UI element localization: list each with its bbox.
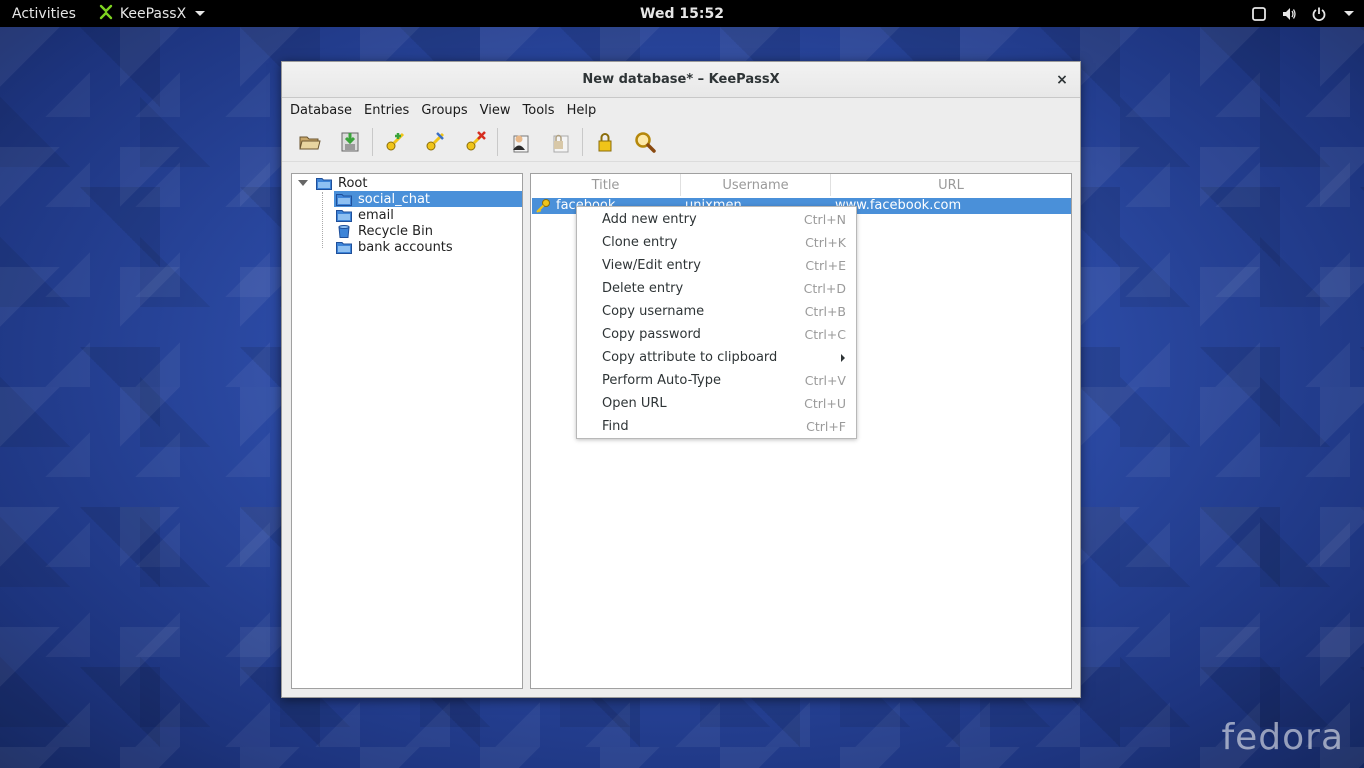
folder-icon xyxy=(336,209,352,222)
menu-item-clone-entry[interactable]: Clone entry Ctrl+K xyxy=(577,231,856,254)
tree-item-social-chat[interactable]: social_chat xyxy=(336,191,431,207)
entry-context-menu: Add new entry Ctrl+N Clone entry Ctrl+K … xyxy=(576,206,857,439)
menu-item-perform-auto-type[interactable]: Perform Auto-Type Ctrl+V xyxy=(577,369,856,392)
tree-item-email[interactable]: email xyxy=(336,207,394,223)
menu-item-shortcut: Ctrl+V xyxy=(804,373,846,388)
column-header-username[interactable]: Username xyxy=(681,174,831,196)
app-menu-label: KeePassX xyxy=(119,5,187,22)
copy-password-icon xyxy=(553,134,569,152)
volume-icon[interactable] xyxy=(1281,6,1297,22)
menu-item-copy-password[interactable]: Copy password Ctrl+C xyxy=(577,323,856,346)
app-menu[interactable]: KeePassX xyxy=(98,4,206,24)
menu-item-label: Copy password xyxy=(602,327,701,342)
tree-item-label: Root xyxy=(338,175,368,191)
tree-item-bank-accounts[interactable]: bank accounts xyxy=(336,239,453,255)
menu-item-shortcut: Ctrl+N xyxy=(803,212,846,227)
menu-groups[interactable]: Groups xyxy=(415,103,473,118)
recycle-bin-icon xyxy=(338,224,350,238)
copy-username-button[interactable] xyxy=(500,125,540,159)
activities-button[interactable]: Activities xyxy=(12,6,76,22)
menu-item-copy-attribute-to-clipboard[interactable]: Copy attribute to clipboard xyxy=(577,346,856,369)
window-overview-icon[interactable] xyxy=(1251,6,1267,22)
menu-item-label: View/Edit entry xyxy=(602,258,701,273)
chevron-down-icon[interactable] xyxy=(1344,11,1354,16)
delete-entry-icon xyxy=(466,130,486,150)
edit-entry-icon xyxy=(426,131,445,150)
lock-database-button[interactable] xyxy=(585,125,625,159)
open-database-button[interactable] xyxy=(290,125,330,159)
toolbar-separator xyxy=(497,127,498,156)
column-header-url[interactable]: URL xyxy=(831,174,1071,196)
entry-key-icon xyxy=(535,198,551,219)
menu-help[interactable]: Help xyxy=(561,103,603,118)
toolbar xyxy=(282,122,1080,162)
menu-item-delete-entry[interactable]: Delete entry Ctrl+D xyxy=(577,277,856,300)
tree-expander-icon[interactable] xyxy=(298,180,308,186)
menu-item-shortcut: Ctrl+K xyxy=(805,235,846,250)
lock-database-icon xyxy=(598,132,612,151)
tree-item-recycle-bin[interactable]: Recycle Bin xyxy=(336,223,433,239)
power-icon[interactable] xyxy=(1311,6,1327,22)
menu-item-open-url[interactable]: Open URL Ctrl+U xyxy=(577,392,856,415)
copy-password-button[interactable] xyxy=(540,125,580,159)
menu-item-add-new-entry[interactable]: Add new entry Ctrl+N xyxy=(577,208,856,231)
search-button[interactable] xyxy=(625,125,665,159)
window-title: New database* – KeePassX xyxy=(582,72,780,87)
folder-icon xyxy=(336,241,352,254)
menu-entries[interactable]: Entries xyxy=(358,103,415,118)
menu-tools[interactable]: Tools xyxy=(517,103,561,118)
folder-icon xyxy=(316,177,332,190)
menu-item-label: Copy username xyxy=(602,304,705,319)
top-bar: Activities KeePassX Wed 15:52 xyxy=(0,0,1364,27)
copy-username-icon xyxy=(513,135,529,152)
tree-item-label: social_chat xyxy=(358,191,431,207)
menu-item-label: Find xyxy=(602,419,629,434)
menu-item-label: Open URL xyxy=(602,396,667,411)
menu-item-shortcut: Ctrl+F xyxy=(806,419,846,434)
toolbar-separator xyxy=(372,127,373,156)
tree-item-root[interactable]: Root xyxy=(316,175,367,191)
close-window-button[interactable]: × xyxy=(1052,70,1072,90)
folder-icon xyxy=(336,193,352,206)
submenu-arrow-icon xyxy=(841,353,845,362)
menu-item-find[interactable]: Find Ctrl+F xyxy=(577,415,856,438)
fedora-logo: fedora xyxy=(1221,717,1344,758)
edit-entry-button[interactable] xyxy=(415,125,455,159)
menu-bar: Database Entries Groups View Tools Help xyxy=(282,98,1080,122)
open-database-icon xyxy=(299,136,321,149)
menu-view[interactable]: View xyxy=(474,103,517,118)
add-entry-icon xyxy=(386,132,405,150)
menu-item-label: Clone entry xyxy=(602,235,678,250)
menu-item-copy-username[interactable]: Copy username Ctrl+B xyxy=(577,300,856,323)
menu-item-label: Copy attribute to clipboard xyxy=(602,350,778,365)
window-titlebar[interactable]: New database* – KeePassX × xyxy=(282,62,1080,98)
search-icon xyxy=(635,131,656,153)
toolbar-separator xyxy=(582,127,583,156)
add-entry-button[interactable] xyxy=(375,125,415,159)
menu-item-shortcut: Ctrl+E xyxy=(805,258,846,273)
menu-item-label: Delete entry xyxy=(602,281,684,296)
column-header-title[interactable]: Title xyxy=(531,174,681,196)
group-tree[interactable]: Root social_chat email Recycle Bin bank … xyxy=(291,173,523,689)
keepassx-app-icon xyxy=(98,4,114,24)
tree-item-label: bank accounts xyxy=(358,239,453,255)
chevron-down-icon xyxy=(195,11,206,16)
menu-item-view-edit-entry[interactable]: View/Edit entry Ctrl+E xyxy=(577,254,856,277)
tree-item-label: Recycle Bin xyxy=(358,223,433,239)
save-database-icon xyxy=(341,132,359,151)
delete-entry-button[interactable] xyxy=(455,125,495,159)
menu-item-shortcut: Ctrl+B xyxy=(804,304,846,319)
menu-item-shortcut: Ctrl+U xyxy=(804,396,846,411)
menu-item-label: Perform Auto-Type xyxy=(602,373,721,388)
tree-item-label: email xyxy=(358,207,394,223)
menu-database[interactable]: Database xyxy=(284,103,358,118)
menu-item-shortcut: Ctrl+D xyxy=(803,281,846,296)
menu-item-shortcut: Ctrl+C xyxy=(804,327,846,342)
pane-splitter[interactable] xyxy=(525,173,529,689)
save-database-button[interactable] xyxy=(330,125,370,159)
menu-item-label: Add new entry xyxy=(602,212,697,227)
tree-connector xyxy=(322,192,323,248)
system-tray[interactable] xyxy=(1251,0,1354,27)
